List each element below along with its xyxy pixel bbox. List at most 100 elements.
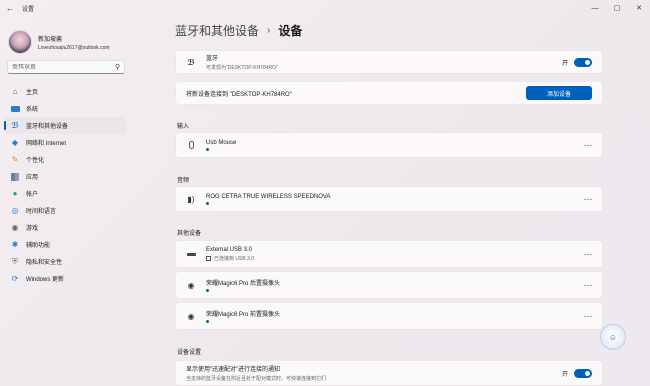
usb-drive-icon — [176, 252, 206, 256]
assistant-robot-icon[interactable]: ☺ — [600, 324, 626, 350]
device-row[interactable]: External USB 3.0 已连接到 USB 3.0 ··· — [175, 240, 603, 268]
device-name: 荣耀Magic6 Pro 后置摄像头 — [206, 281, 281, 287]
search-box[interactable]: ⚲ — [7, 60, 125, 74]
connected-dot — [206, 147, 209, 151]
bluetooth-toggle[interactable] — [574, 57, 592, 67]
sidebar-item-privacy[interactable]: ⛨ 隐私和安全性 — [4, 253, 126, 270]
section-settings-label: 设备设置 — [177, 350, 202, 356]
bluetooth-icon: ℬ — [187, 57, 195, 67]
profile[interactable]: 新加坡酱 Lovezhouqiu2617@outlook.com — [8, 30, 110, 54]
back-arrow-icon[interactable]: ← — [6, 4, 16, 13]
usb-status-icon — [206, 255, 211, 261]
add-device-text: 将新设备连接到 "DESKTOP-KH784RO" — [186, 91, 292, 98]
device-name: External USB 3.0 — [206, 246, 253, 253]
bluetooth-title: 蓝牙 — [206, 56, 219, 62]
more-options-button[interactable]: ··· — [574, 280, 602, 290]
section-other-label: 其他设备 — [177, 231, 202, 237]
device-status: 已连接到 USB 3.0 — [214, 255, 255, 262]
swift-pair-desc: 当支持的蓝牙设备在附近且处于配对模式时，可快速连接到它们 — [186, 376, 327, 382]
webcam-icon: ◉ — [187, 311, 195, 321]
sidebar-item-time-language[interactable]: ◎ 时间和语言 — [4, 202, 126, 219]
sidebar-item-gaming[interactable]: ◉ 游戏 — [4, 219, 126, 236]
search-input[interactable] — [12, 64, 115, 70]
sidebar-item-accessibility[interactable]: ✱ 辅助功能 — [4, 236, 126, 253]
sidebar-item-label: 网络和 Internet — [26, 141, 67, 147]
breadcrumb: 蓝牙和其他设备 › 设备 — [175, 22, 302, 39]
section-input-label: 输入 — [177, 124, 190, 130]
minimize-button[interactable]: — — [584, 0, 606, 16]
bluetooth-card: ℬ 蓝牙 可发现为"DESKTOP-KH784RO" 开 — [175, 50, 603, 74]
sidebar-item-label: 蓝牙和其他设备 — [26, 124, 69, 130]
bluetooth-icon: ℬ — [11, 121, 19, 130]
gamepad-icon: ◉ — [11, 223, 19, 232]
sidebar: 新加坡酱 Lovezhouqiu2617@outlook.com ⚲ ⌂ 主页 … — [0, 16, 135, 386]
shield-icon: ⛨ — [12, 256, 18, 266]
sidebar-item-accounts[interactable]: ● 帐户 — [4, 185, 126, 202]
profile-name: 新加坡酱 — [38, 36, 63, 43]
device-row[interactable]: ▮) ROG CETRA TRUE WIRELESS SPEEDNOVA ··· — [175, 186, 603, 212]
sidebar-item-label: 系统 — [26, 107, 39, 113]
account-icon: ● — [12, 189, 18, 198]
title-bar: ← 设置 — ▢ ✕ — [0, 0, 650, 16]
sidebar-item-label: 应用 — [26, 175, 39, 181]
sidebar-item-label: 时间和语言 — [26, 209, 57, 215]
more-options-button[interactable]: ··· — [574, 140, 602, 150]
sidebar-item-windows-update[interactable]: ⟳ Windows 更新 — [4, 270, 126, 287]
sidebar-item-label: 隐私和安全性 — [26, 260, 63, 266]
webcam-icon: ◉ — [187, 280, 195, 290]
bluetooth-subtitle: 可发现为"DESKTOP-KH784RO" — [206, 65, 278, 71]
connected-dot — [206, 289, 209, 292]
sidebar-item-home[interactable]: ⌂ 主页 — [4, 83, 126, 100]
profile-email: Lovezhouqiu2617@outlook.com — [38, 44, 110, 51]
device-name: Usb Mouse — [206, 139, 237, 146]
apps-icon — [10, 172, 20, 182]
speaker-icon: ▮) — [187, 194, 195, 204]
sidebar-item-label: 游戏 — [26, 226, 39, 232]
maximize-button[interactable]: ▢ — [606, 0, 628, 16]
sidebar-item-label: Windows 更新 — [26, 277, 65, 283]
sidebar-item-bluetooth[interactable]: ℬ 蓝牙和其他设备 — [4, 117, 126, 134]
breadcrumb-parent[interactable]: 蓝牙和其他设备 — [175, 22, 259, 39]
sidebar-item-system[interactable]: 系统 — [4, 100, 126, 117]
avatar — [8, 30, 32, 54]
mouse-icon — [176, 141, 206, 149]
page-title: 设备 — [278, 24, 303, 38]
close-button[interactable]: ✕ — [628, 0, 650, 16]
swift-pair-toggle[interactable] — [574, 368, 592, 378]
sidebar-item-label: 个性化 — [26, 158, 45, 164]
sidebar-item-label: 帐户 — [26, 192, 39, 198]
connected-dot — [206, 320, 209, 323]
device-name: ROG CETRA TRUE WIRELESS SPEEDNOVA — [206, 193, 331, 200]
swift-pair-title: 显示使用“迅速配对”进行连接的通知 — [186, 367, 280, 373]
device-row[interactable]: ◉ 荣耀Magic6 Pro 后置摄像头 ··· — [175, 271, 603, 299]
home-icon: ⌂ — [12, 87, 18, 96]
add-device-card: 将新设备连接到 "DESKTOP-KH784RO" 添加设备 — [175, 81, 603, 105]
sidebar-item-personalization[interactable]: ✎ 个性化 — [4, 151, 126, 168]
search-icon[interactable]: ⚲ — [115, 63, 120, 71]
system-icon — [10, 104, 20, 114]
section-audio-label: 音频 — [177, 178, 190, 184]
brush-icon: ✎ — [11, 155, 19, 164]
sidebar-nav: ⌂ 主页 系统 ℬ 蓝牙和其他设备 ◆ 网络和 Internet ✎ 个性化 应… — [4, 83, 126, 287]
device-name: 荣耀Magic6 Pro 前置摄像头 — [206, 312, 281, 318]
sidebar-item-label: 主页 — [26, 90, 39, 96]
accessibility-icon: ✱ — [11, 240, 19, 249]
sidebar-item-apps[interactable]: 应用 — [4, 168, 126, 185]
globe-clock-icon: ◎ — [11, 206, 19, 215]
swift-pair-toggle-label: 开 — [561, 371, 568, 378]
device-row[interactable]: Usb Mouse ··· — [175, 132, 603, 158]
more-options-button[interactable]: ··· — [574, 311, 602, 321]
app-title: 设置 — [22, 6, 35, 13]
connected-dot — [206, 201, 209, 205]
sidebar-item-network[interactable]: ◆ 网络和 Internet — [4, 134, 126, 151]
update-icon: ⟳ — [11, 274, 19, 283]
swift-pair-card: 显示使用“迅速配对”进行连接的通知 当支持的蓝牙设备在附近且处于配对模式时，可快… — [175, 360, 603, 386]
more-options-button[interactable]: ··· — [574, 249, 602, 259]
window-controls: — ▢ ✕ — [584, 0, 650, 16]
bluetooth-toggle-label: 开 — [561, 60, 568, 67]
network-icon: ◆ — [11, 138, 19, 147]
add-device-button[interactable]: 添加设备 — [526, 86, 592, 100]
more-options-button[interactable]: ··· — [574, 194, 602, 204]
device-row[interactable]: ◉ 荣耀Magic6 Pro 前置摄像头 ··· — [175, 302, 603, 330]
sidebar-item-label: 辅助功能 — [26, 243, 51, 249]
